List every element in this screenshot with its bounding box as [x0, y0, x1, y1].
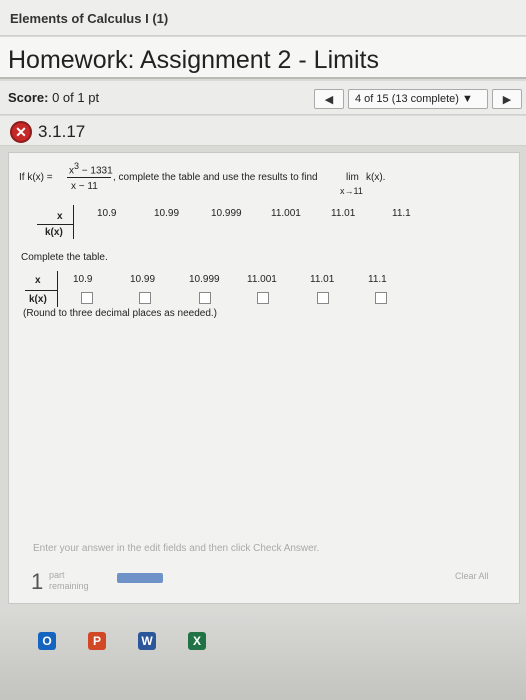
- denominator: x − 11: [71, 181, 98, 192]
- given-table-row-line: [37, 224, 73, 225]
- limit-expression: k(x).: [366, 172, 386, 183]
- fraction-bar: [67, 177, 111, 178]
- score-value: 0 of 1 pt: [52, 90, 100, 105]
- answer-x-value: 11.01: [310, 274, 335, 285]
- limit-word: lim: [346, 172, 359, 183]
- score-bar: Score: 0 of 1 pt ◀ 4 of 15 (13 complete)…: [0, 81, 526, 115]
- given-x-value: 11.01: [331, 208, 356, 219]
- triangle-left-icon: ◀: [324, 93, 334, 106]
- answer-x-value: 11.001: [247, 274, 277, 285]
- given-table-x-label: x: [57, 211, 63, 222]
- numerator: x3 − 1331: [69, 161, 113, 176]
- answer-table-divider: [57, 271, 58, 307]
- instruction: Complete the table.: [21, 252, 108, 263]
- question-number: 3.1.17: [38, 122, 86, 141]
- excel-icon[interactable]: X: [188, 632, 206, 650]
- answer-x-value: 10.999: [189, 274, 220, 285]
- answer-x-value: 11.1: [368, 274, 387, 285]
- x-circle-icon: ✕: [10, 121, 32, 143]
- parts-label: remaining: [49, 581, 89, 591]
- given-x-value: 10.9: [97, 208, 117, 219]
- answer-x-value: 10.9: [73, 274, 93, 285]
- question-panel: If k(x) = x3 − 1331 x − 11 , complete th…: [8, 152, 520, 604]
- page-title: Homework: Assignment 2 - Limits: [0, 37, 526, 79]
- answer-table-k-label: k(x): [29, 294, 47, 305]
- given-x-value: 11.1: [392, 208, 411, 219]
- parts-count: 1: [31, 569, 44, 594]
- taskbar: O P W X: [0, 612, 526, 700]
- given-x-value: 10.999: [211, 208, 242, 219]
- limit-subscript: x→11: [340, 186, 363, 196]
- prompt-prefix: If k(x) =: [19, 172, 53, 183]
- answer-table-row-line: [25, 290, 57, 291]
- powerpoint-icon[interactable]: P: [88, 632, 106, 650]
- given-x-value: 11.001: [271, 208, 301, 219]
- numerator-rest: − 1331: [79, 165, 113, 177]
- k-value-input[interactable]: [317, 292, 329, 304]
- hint-text: Enter your answer in the edit fields and…: [33, 543, 320, 554]
- word-icon[interactable]: W: [138, 632, 156, 650]
- progress-bar: [117, 573, 163, 583]
- k-value-input[interactable]: [257, 292, 269, 304]
- prompt-suffix: , complete the table and use the results…: [113, 172, 318, 183]
- window-title: Elements of Calculus I (1): [0, 0, 526, 36]
- clear-all-button[interactable]: Clear All: [455, 571, 489, 581]
- k-value-input[interactable]: [81, 292, 93, 304]
- next-question-button[interactable]: ▶: [492, 89, 522, 109]
- score: Score: 0 of 1 pt: [8, 90, 99, 105]
- k-value-input[interactable]: [199, 292, 211, 304]
- given-table-k-label: k(x): [45, 227, 63, 238]
- outlook-icon[interactable]: O: [38, 632, 56, 650]
- answer-table-x-label: x: [35, 275, 41, 286]
- question-header: ✕ 3.1.17: [0, 116, 526, 146]
- rounding-note: (Round to three decimal places as needed…: [23, 308, 218, 319]
- question-select-dropdown[interactable]: 4 of 15 (13 complete) ▼: [348, 89, 488, 109]
- k-value-input[interactable]: [375, 292, 387, 304]
- given-table-divider: [73, 205, 74, 239]
- parts-label: part: [49, 570, 65, 580]
- previous-question-button[interactable]: ◀: [314, 89, 344, 109]
- given-x-value: 10.99: [154, 208, 180, 219]
- k-value-input[interactable]: [139, 292, 151, 304]
- answer-x-value: 10.99: [130, 274, 156, 285]
- triangle-right-icon: ▶: [502, 93, 512, 106]
- score-label: Score:: [8, 90, 49, 105]
